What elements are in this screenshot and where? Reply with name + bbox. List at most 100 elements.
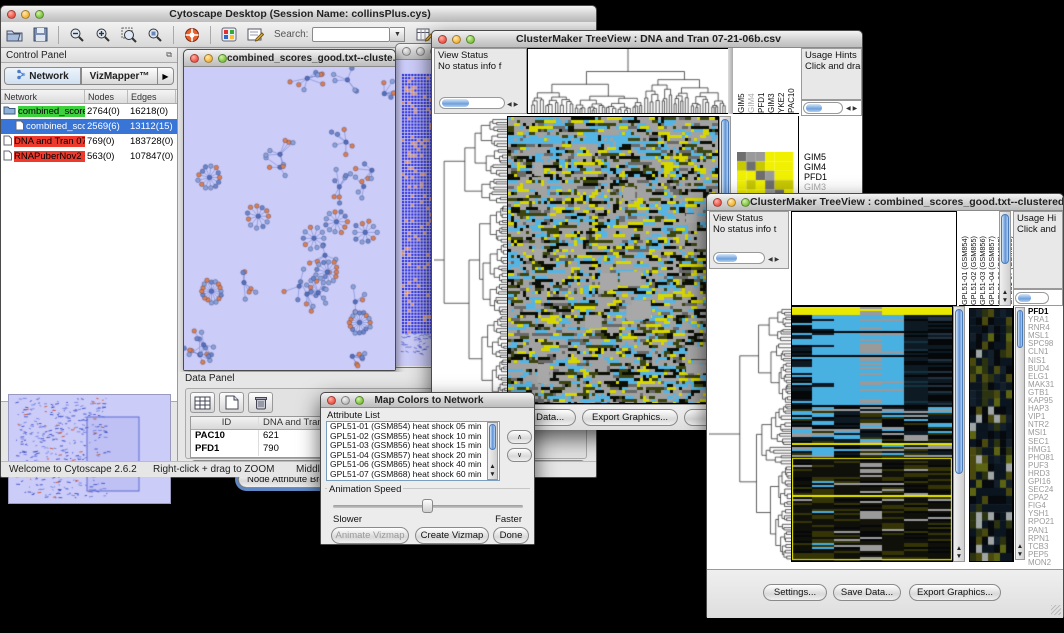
column-label: GIM4 <box>747 53 756 113</box>
network-tree-row[interactable]: DNA and Tran 07769(0)183728(0) <box>1 134 177 149</box>
scroll-arrows[interactable]: ◀▶ <box>507 100 520 111</box>
tab-network[interactable]: Network <box>4 67 81 85</box>
table-icon[interactable] <box>190 392 215 413</box>
close-icon[interactable] <box>402 47 411 56</box>
scroll-arrows[interactable]: ◀▶ <box>768 255 781 266</box>
network-view-titlebar[interactable]: combined_scores_good.txt--cluste... <box>184 50 395 67</box>
gene-label: MON2 <box>1028 559 1054 567</box>
tv2-export-graphics-button[interactable]: Export Graphics... <box>909 584 1001 601</box>
trash-icon[interactable] <box>248 392 273 413</box>
vizmapper-icon[interactable] <box>217 24 241 45</box>
slider-thumb[interactable] <box>422 499 433 513</box>
tv2-save-data-button[interactable]: Save Data... <box>833 584 901 601</box>
zoom-in-icon[interactable] <box>91 24 115 45</box>
zoom-window-icon[interactable] <box>466 35 475 44</box>
heatmap-canvas[interactable] <box>507 116 719 404</box>
new-document-icon[interactable] <box>219 392 244 413</box>
close-icon[interactable] <box>713 198 722 207</box>
view-status-hscrollbar[interactable] <box>439 97 505 109</box>
scrollbar-thumb[interactable] <box>442 99 469 107</box>
zoom-window-icon[interactable] <box>35 10 44 19</box>
edge-count: 107847(0) <box>128 151 176 162</box>
open-icon[interactable] <box>2 24 26 45</box>
minimize-icon[interactable] <box>204 54 213 63</box>
treeview1-titlebar[interactable]: ClusterMaker TreeView : DNA and Tran 07-… <box>432 31 862 48</box>
dialog-titlebar[interactable]: Map Colors to Network <box>321 393 534 408</box>
zoom-heatmap-canvas[interactable] <box>969 308 1013 562</box>
minimize-icon[interactable] <box>416 47 425 56</box>
move-up-button[interactable]: ∧ <box>507 430 532 444</box>
search-input[interactable] <box>312 27 390 42</box>
close-icon[interactable] <box>190 54 199 63</box>
minimize-icon[interactable] <box>341 396 350 405</box>
network-table-header[interactable]: NetworkNodesEdges <box>1 89 177 104</box>
scroll-arrows[interactable]: ◀▶ <box>846 105 859 112</box>
slower-label: Slower <box>333 514 362 525</box>
attribute-item[interactable]: GPL51-07 (GSM868) heat shock 60 min <box>327 470 499 480</box>
animate-vizmap-button[interactable]: Animate Vizmap <box>331 527 409 544</box>
attribute-list[interactable]: GPL51-01 (GSM854) heat shock 05 minGPL51… <box>326 421 500 481</box>
create-vizmap-button[interactable]: Create Vizmap <box>415 527 489 544</box>
column-label: GPL51-03 (GSM856) <box>978 213 987 305</box>
network-overview-thumbnail[interactable] <box>8 394 171 504</box>
column-label: GPL51-04 (GSM857) <box>987 213 996 305</box>
minimize-icon[interactable] <box>21 10 30 19</box>
network-view-window: combined_scores_good.txt--cluste... <box>183 49 396 371</box>
desktop: Cytoscape Desktop (Session Name: collins… <box>0 0 1064 633</box>
close-icon[interactable] <box>7 10 16 19</box>
usage-hints-hscrollbar[interactable] <box>1015 292 1049 304</box>
window-controls <box>7 10 44 19</box>
faster-label: Faster <box>495 514 522 525</box>
zoom-fit-icon[interactable] <box>143 24 167 45</box>
file-icon <box>15 120 24 134</box>
close-icon[interactable] <box>438 35 447 44</box>
done-button[interactable]: Done <box>493 527 529 544</box>
zoom-window-icon[interactable] <box>741 198 750 207</box>
float-panel-icon[interactable]: ⧉ <box>166 50 172 60</box>
network-name: DNA and Tran 07 <box>14 136 85 147</box>
gene-list-vscrollbar[interactable]: ▲▼ <box>1015 307 1025 560</box>
search-dropdown-icon[interactable]: ▼ <box>390 27 405 42</box>
column-tree-area[interactable] <box>791 211 957 306</box>
tab-vizmapper[interactable]: VizMapper™ <box>81 67 158 85</box>
save-icon[interactable] <box>28 24 52 45</box>
treeview2-titlebar[interactable]: ClusterMaker TreeView : combined_scores_… <box>707 194 1063 211</box>
view-status-hscrollbar[interactable] <box>713 252 765 264</box>
heatmap-vscrollbar[interactable]: ▲▼ <box>953 306 965 562</box>
annotation-icon[interactable] <box>243 24 267 45</box>
tv2-settings-button[interactable]: Settings... <box>763 584 827 601</box>
resize-grip[interactable] <box>1051 605 1061 615</box>
network-tree-row[interactable]: combined_sco2569(6)13112(15) <box>1 119 177 134</box>
zoom-out-icon[interactable] <box>65 24 89 45</box>
search-label: Search: <box>274 29 308 40</box>
usage-hints-title: Usage Hints <box>805 50 858 61</box>
attribute-list-vscrollbar[interactable]: ▲▼ <box>487 422 498 480</box>
network-tree-row[interactable]: RNAPuberNov2 +563(0)107847(0) <box>1 149 177 164</box>
main-titlebar[interactable]: Cytoscape Desktop (Session Name: collins… <box>1 6 596 23</box>
column-header[interactable]: Network <box>1 90 85 103</box>
help-icon[interactable] <box>180 24 204 45</box>
close-icon[interactable] <box>327 396 336 405</box>
column-header[interactable]: ID <box>191 417 259 429</box>
zoom-window-icon[interactable] <box>218 54 227 63</box>
column-label: GIM3 <box>767 53 776 113</box>
column-dendrogram-canvas[interactable] <box>527 48 729 114</box>
tab-more-icon[interactable]: ▶ <box>158 67 174 85</box>
zoom-window-icon[interactable] <box>355 396 364 405</box>
column-labels-vscrollbar[interactable]: ▲▼ <box>999 211 1011 306</box>
minimize-icon[interactable] <box>727 198 736 207</box>
row-dendrogram-canvas[interactable] <box>434 116 507 404</box>
column-header[interactable]: Nodes <box>85 90 128 103</box>
heatmap-canvas[interactable] <box>791 306 953 562</box>
zoom-selected-icon[interactable] <box>117 24 141 45</box>
tv1-export-graphics-button[interactable]: Export Graphics... <box>582 409 678 426</box>
usage-hints-hscrollbar[interactable] <box>803 102 843 114</box>
view-status-text: No status info f <box>438 61 523 72</box>
row-dendrogram-canvas[interactable] <box>709 306 791 562</box>
minimize-icon[interactable] <box>452 35 461 44</box>
column-header[interactable]: Edges <box>128 90 176 103</box>
network-canvas[interactable] <box>184 67 395 370</box>
move-down-button[interactable]: ∨ <box>507 448 532 462</box>
column-label: GIM5 <box>737 53 746 113</box>
network-tree-row[interactable]: combined_scores_2764(0)16218(0) <box>1 104 177 119</box>
